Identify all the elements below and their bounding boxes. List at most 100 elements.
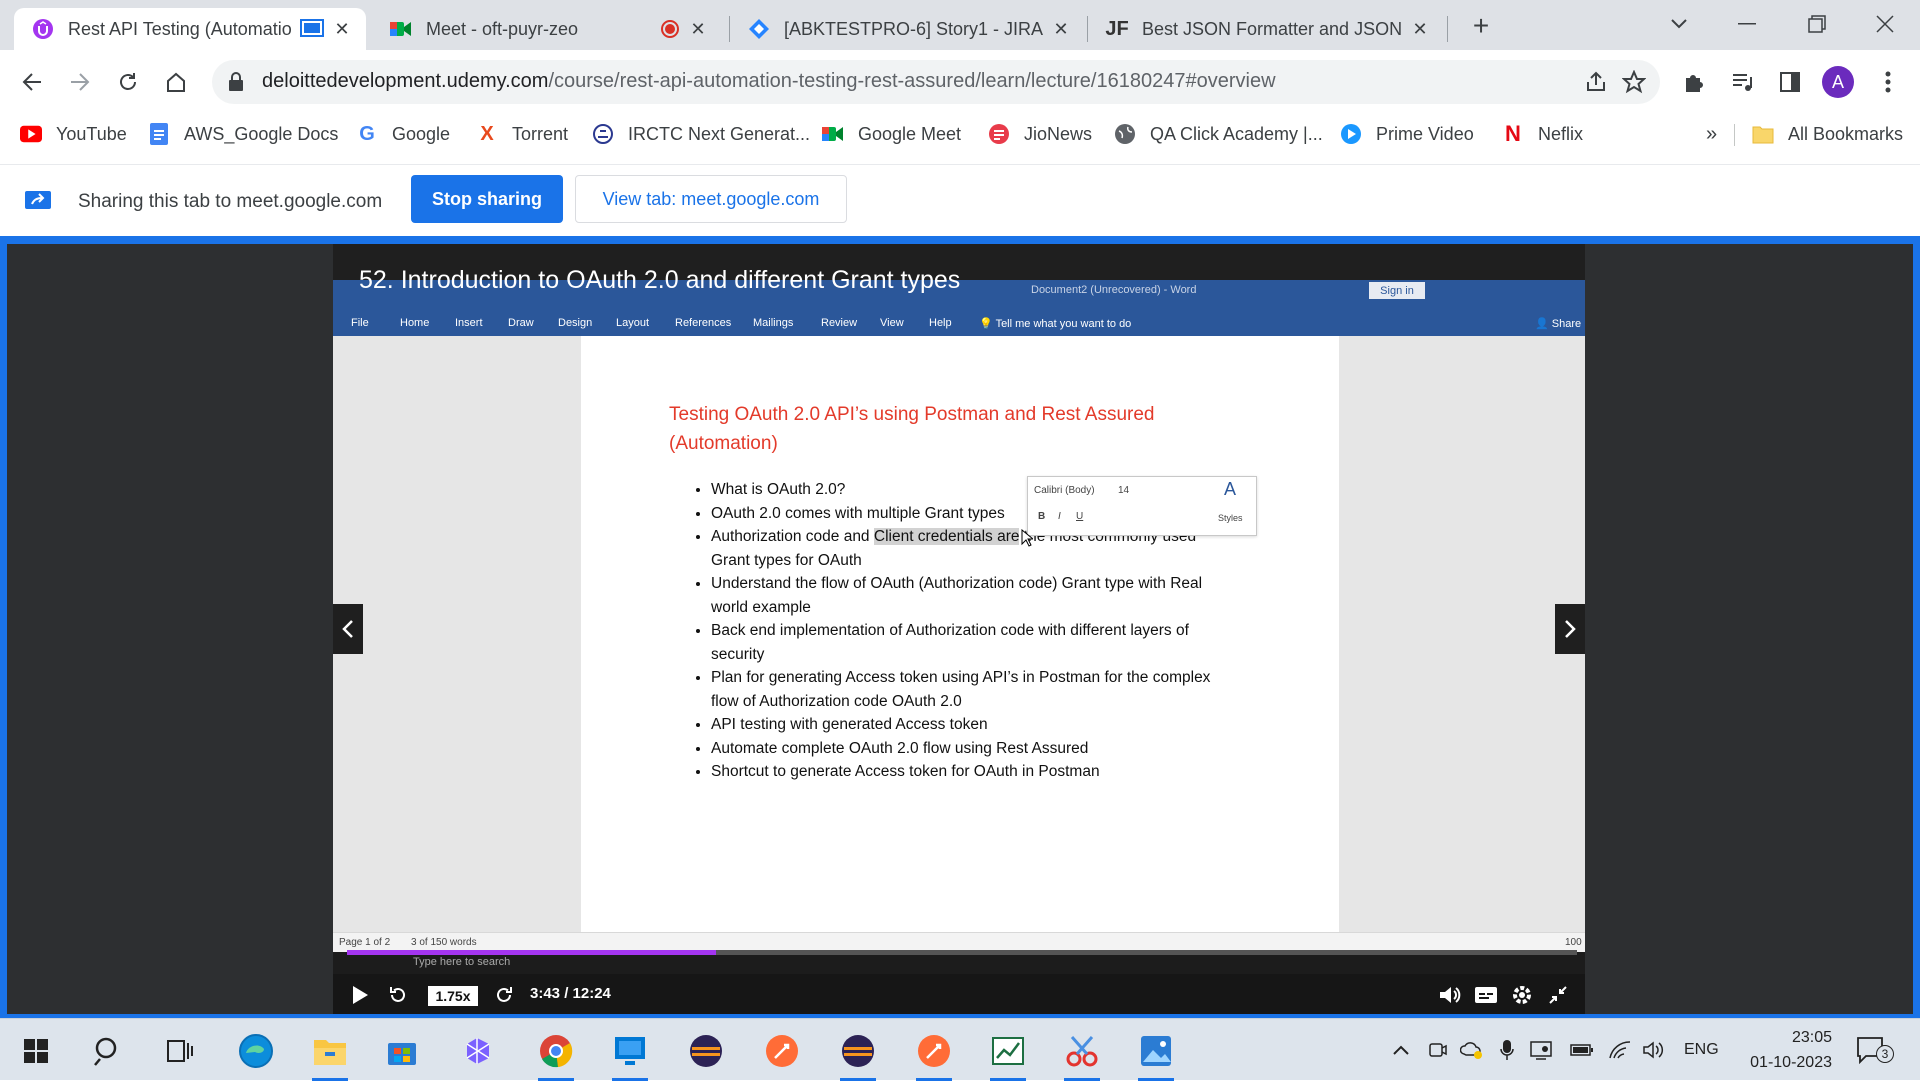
extensions-icon[interactable] — [1676, 64, 1712, 100]
share-page-icon[interactable] — [1584, 70, 1608, 94]
selected-text: Client credentials are — [873, 528, 1020, 545]
google-meet-icon — [822, 123, 844, 145]
back-icon[interactable] — [14, 64, 50, 100]
snipping-tool-icon[interactable] — [1060, 1029, 1104, 1081]
bookmark-torrent[interactable]: X Torrent — [476, 120, 568, 148]
address-bar[interactable]: deloittedevelopment.udemy.com/course/res… — [212, 60, 1660, 104]
remote-session-icon[interactable] — [1530, 1037, 1552, 1063]
input-language[interactable]: ENG — [1684, 1037, 1719, 1063]
restore-icon[interactable] — [1792, 6, 1842, 42]
search-icon[interactable] — [86, 1029, 130, 1073]
forward-icon[interactable] — [62, 64, 98, 100]
postman-icon[interactable] — [912, 1029, 956, 1081]
tab-title: Best JSON Formatter and JSON V — [1142, 18, 1402, 39]
bookmark-star-icon[interactable] — [1621, 69, 1647, 94]
chrome-menu-icon[interactable] — [1870, 64, 1906, 100]
edge-icon[interactable] — [234, 1029, 278, 1073]
media-control-icon[interactable] — [1724, 64, 1760, 100]
bookmark-youtube[interactable]: YouTube — [20, 120, 127, 148]
remote-desktop-icon[interactable] — [608, 1029, 652, 1081]
new-tab-button[interactable]: + — [1465, 10, 1497, 42]
bookmark-google[interactable]: G Google — [356, 120, 450, 148]
close-icon[interactable]: ✕ — [1051, 19, 1071, 39]
notifications-icon[interactable]: 3 — [1856, 1033, 1896, 1067]
tab-sharing-bar: Sharing this tab to meet.google.com Stop… — [0, 164, 1920, 236]
bookmark-irctc[interactable]: IRCTC Next Generat... — [592, 120, 810, 148]
side-panel-icon[interactable] — [1772, 64, 1808, 100]
onedrive-warning-icon[interactable] — [1460, 1037, 1484, 1063]
play-icon[interactable] — [347, 982, 373, 1008]
bookmark-label: JioNews — [1024, 123, 1093, 144]
taskbar-clock[interactable]: 23:05 01-10-2023 — [1734, 1025, 1832, 1075]
bookmark-qa-click-academy[interactable]: QA Click Academy |... — [1114, 120, 1323, 148]
file-explorer-icon[interactable] — [308, 1029, 352, 1081]
windows-taskbar: ENG 23:05 01-10-2023 3 — [0, 1018, 1920, 1081]
video-progress-bar[interactable] — [347, 950, 1577, 955]
postman-icon[interactable] — [760, 1029, 804, 1073]
previous-lecture-arrow[interactable] — [333, 604, 363, 654]
playback-speed-button[interactable]: 1.75x — [428, 986, 478, 1006]
bookmark-prime-video[interactable]: Prime Video — [1340, 120, 1474, 148]
forward-icon[interactable] — [491, 982, 517, 1008]
meet-now-icon[interactable] — [1428, 1037, 1448, 1063]
bookmark-label: Torrent — [512, 123, 569, 144]
word-window-title: Document2 (Unrecovered) - Word — [1031, 284, 1197, 296]
windows-start-icon[interactable] — [14, 1029, 58, 1073]
word-page: Testing OAuth 2.0 API’s using Postman an… — [581, 336, 1339, 932]
close-window-icon[interactable] — [1860, 6, 1910, 42]
ribbon-tab: Layout — [616, 317, 650, 329]
styles-label: Styles — [1218, 513, 1243, 523]
show-hidden-icons[interactable] — [1392, 1037, 1410, 1063]
tab-meet[interactable]: Meet - oft-puyr-zeo ✕ — [372, 8, 722, 50]
volume-icon[interactable] — [1642, 1037, 1666, 1063]
microphone-icon[interactable] — [1500, 1037, 1514, 1063]
wifi-icon[interactable] — [1608, 1037, 1632, 1063]
tab-udemy[interactable]: Rest API Testing (Automatio ✕ — [14, 8, 366, 50]
sharing-status-text: Sharing this tab to meet.google.com — [78, 191, 383, 212]
word-share-button: 👤 Share — [1535, 318, 1582, 330]
bookmarks-overflow-button[interactable]: » — [1706, 120, 1717, 148]
profile-avatar[interactable]: A — [1822, 66, 1854, 98]
task-view-icon[interactable] — [158, 1029, 202, 1073]
lock-icon[interactable] — [228, 72, 244, 97]
stop-sharing-button[interactable]: Stop sharing — [411, 175, 563, 223]
view-tab-button[interactable]: View tab: meet.google.com — [575, 175, 847, 223]
home-icon[interactable] — [158, 64, 194, 100]
exit-fullscreen-icon[interactable] — [1545, 982, 1571, 1008]
screen-share-icon — [300, 19, 324, 39]
settings-icon[interactable] — [1509, 982, 1535, 1008]
bookmark-aws-google-docs[interactable]: AWS_Google Docs — [148, 120, 338, 148]
microsoft-store-icon[interactable] — [380, 1029, 424, 1073]
close-icon[interactable]: ✕ — [1410, 19, 1430, 39]
rewind-icon[interactable] — [385, 982, 411, 1008]
bookmark-google-meet[interactable]: Google Meet — [822, 120, 961, 148]
bookmark-label: AWS_Google Docs — [184, 123, 339, 144]
close-icon[interactable]: ✕ — [332, 19, 352, 39]
minimize-icon[interactable] — [1722, 6, 1772, 42]
reload-icon[interactable] — [110, 64, 146, 100]
captions-icon[interactable] — [1473, 982, 1499, 1008]
video-time: 3:43 / 12:24 — [530, 985, 611, 1002]
photos-icon[interactable] — [1134, 1029, 1178, 1081]
screen-share-icon — [24, 189, 52, 218]
bookmark-netflix[interactable]: N Neflix — [1502, 120, 1583, 148]
tab-separator — [1447, 16, 1448, 42]
all-bookmarks-folder[interactable]: All Bookmarks — [1752, 120, 1903, 148]
video-player[interactable]: Document2 (Unrecovered) - Word Sign in F… — [333, 244, 1585, 1014]
bookmark-label: Google — [392, 123, 451, 144]
battery-icon[interactable] — [1570, 1037, 1594, 1063]
bookmark-jionews[interactable]: JioNews — [988, 120, 1092, 148]
eclipse-icon[interactable] — [684, 1029, 728, 1073]
clock-date: 01-10-2023 — [1750, 1054, 1832, 1071]
volume-icon[interactable] — [1437, 982, 1463, 1008]
copilot-icon[interactable] — [456, 1029, 500, 1073]
excel-chart-icon[interactable] — [986, 1029, 1030, 1081]
tab-search-icon[interactable] — [1654, 6, 1704, 42]
tab-json-formatter[interactable]: JF Best JSON Formatter and JSON V ✕ — [1088, 8, 1444, 50]
next-lecture-arrow[interactable] — [1555, 604, 1585, 654]
list-item: Automate complete OAuth 2.0 flow using R… — [711, 737, 1219, 761]
tab-jira[interactable]: [ABKTESTPRO-6] Story1 - JIRA ✕ — [730, 8, 1085, 50]
close-icon[interactable]: ✕ — [688, 19, 708, 39]
eclipse-icon[interactable] — [836, 1029, 880, 1081]
chrome-icon[interactable] — [534, 1029, 578, 1081]
